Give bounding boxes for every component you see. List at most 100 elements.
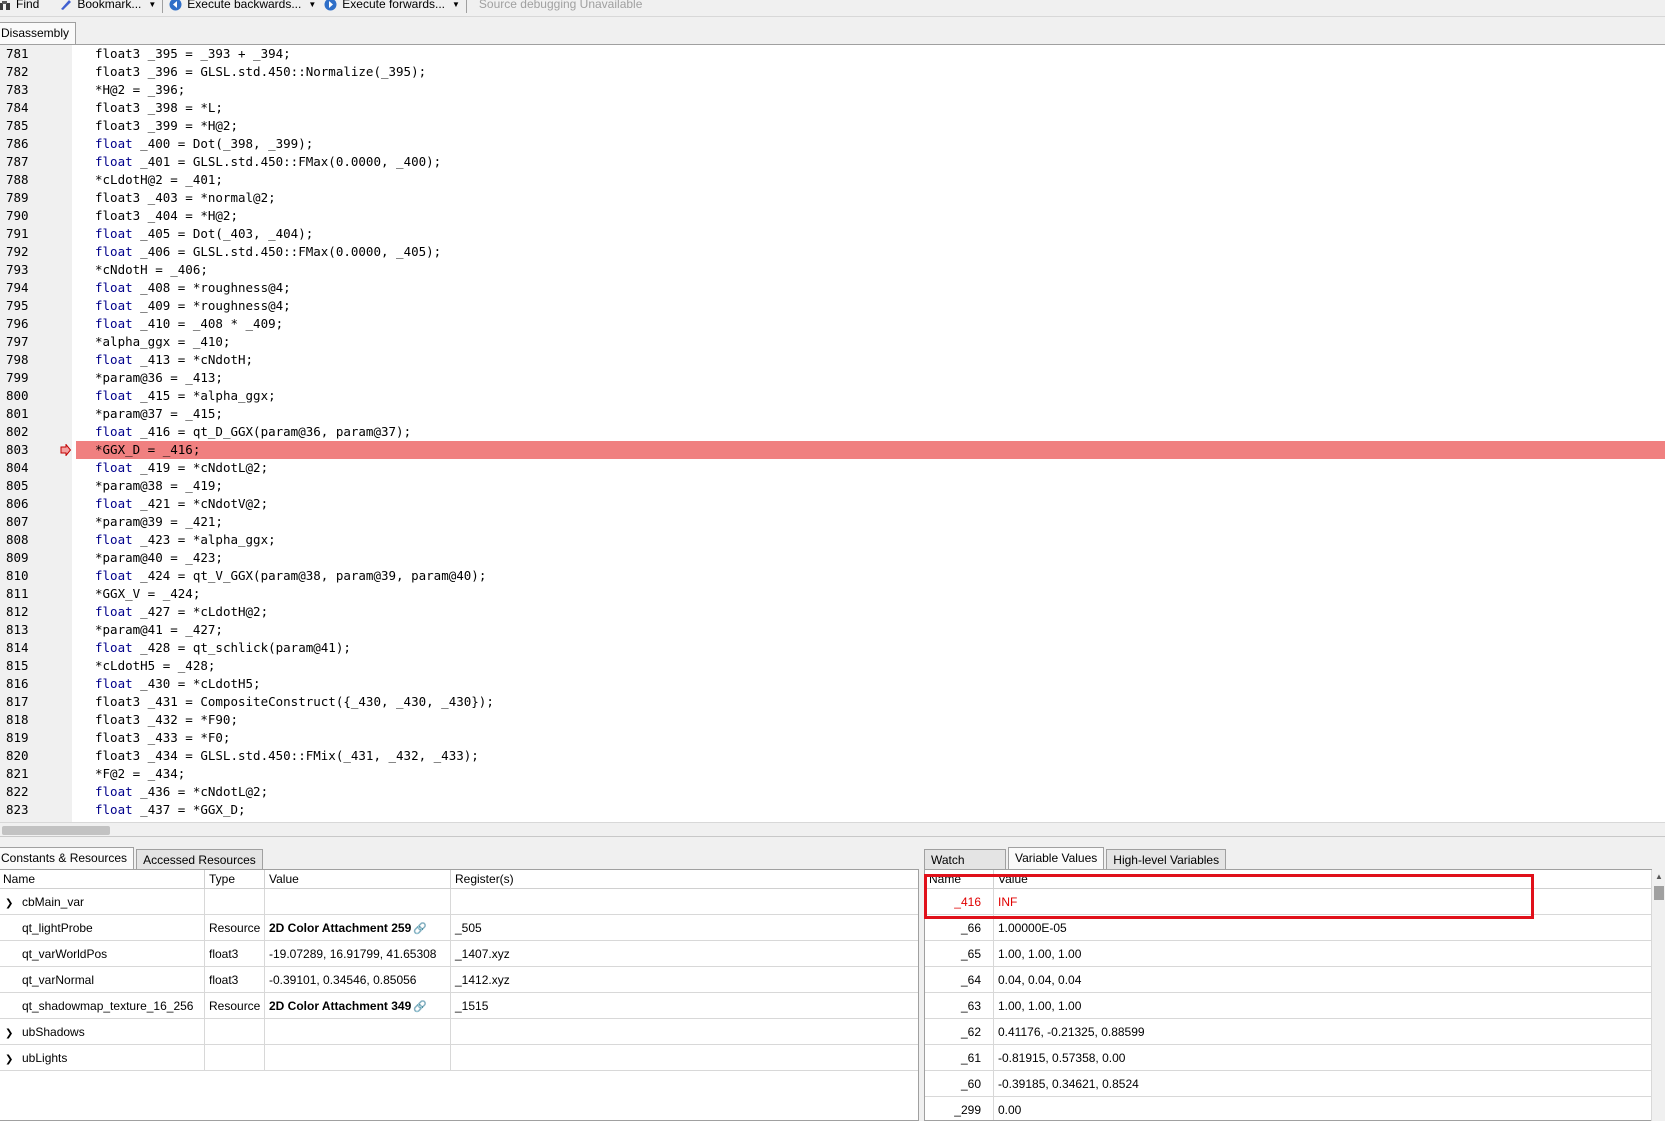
tab-disassembly[interactable]: Disassembly <box>0 22 77 44</box>
column-header-name[interactable]: Name <box>0 870 205 889</box>
table-row[interactable]: _60 -0.39185, 0.34621, 0.8524 <box>925 1071 1651 1097</box>
code-line[interactable]: 790 float3 _404 = *H@2; <box>0 207 1665 225</box>
code-line[interactable]: 806 float _421 = *cNdotV@2; <box>0 495 1665 513</box>
code-line[interactable]: 791 float _405 = Dot(_403, _404); <box>0 225 1665 243</box>
code-line[interactable]: 785 float3 _399 = *H@2; <box>0 117 1665 135</box>
line-number: 808 <box>6 532 29 547</box>
expand-chevron-icon[interactable]: ❯ <box>5 1021 13 1045</box>
code-line[interactable]: 793 *cNdotH = _406; <box>0 261 1665 279</box>
column-header-type[interactable]: Type <box>205 870 265 889</box>
code-line[interactable]: 794 float _408 = *roughness@4; <box>0 279 1665 297</box>
table-row[interactable]: _64 0.04, 0.04, 0.04 <box>925 967 1651 993</box>
table-row[interactable]: qt_lightProbe Resource 2D Color Attachment… <box>0 915 918 941</box>
code-line-current[interactable]: 803 *GGX_D = _416; <box>0 441 1665 459</box>
code-line[interactable]: 795 float _409 = *roughness@4; <box>0 297 1665 315</box>
tab-accessed-resources[interactable]: Accessed Resources <box>136 849 263 869</box>
chevron-up-icon[interactable]: ▲ <box>1655 872 1663 881</box>
table-row[interactable]: _66 1.00000E-05 <box>925 915 1651 941</box>
execute-forwards-button[interactable]: Execute forwards... ▼ <box>324 0 460 17</box>
code-line[interactable]: 787 float _401 = GLSL.std.450::FMax(0.000… <box>0 153 1665 171</box>
name-text: cbMain_var <box>22 895 85 909</box>
table-row[interactable]: qt_shadowmap_texture_16_256 Resource 2D Co… <box>0 993 918 1019</box>
horizontal-scrollbar[interactable] <box>0 822 1665 836</box>
bookmark-label: Bookmark... <box>77 0 142 11</box>
chevron-down-icon[interactable]: ▼ <box>148 0 156 10</box>
code-line[interactable]: 820 float3 _434 = GLSL.std.450::FMix(_431… <box>0 747 1665 765</box>
code-line[interactable]: 799 *param@36 = _413; <box>0 369 1665 387</box>
code-text: float _409 = *roughness@4; <box>95 297 291 315</box>
cell-value: 2D Color Attachment 259 🔗 <box>265 915 451 941</box>
table-row[interactable]: _62 0.41176, -0.21325, 0.88599 <box>925 1019 1651 1045</box>
code-line[interactable]: 808 float _423 = *alpha_ggx; <box>0 531 1665 549</box>
code-line[interactable]: 812 float _427 = *cLdotH@2; <box>0 603 1665 621</box>
code-line[interactable]: 792 float _406 = GLSL.std.450::FMax(0.000… <box>0 243 1665 261</box>
bookmark-button[interactable]: Bookmark... ▼ <box>59 0 156 17</box>
code-line[interactable]: 822 float _436 = *cNdotL@2; <box>0 783 1665 801</box>
code-line[interactable]: 796 float _410 = _408 * _409; <box>0 315 1665 333</box>
code-line[interactable]: 782 float3 _396 = GLSL.std.450::Normalize… <box>0 63 1665 81</box>
variable-value: -0.39185, 0.34621, 0.8524 <box>998 1077 1139 1091</box>
table-row[interactable]: _61 -0.81915, 0.57358, 0.00 <box>925 1045 1651 1071</box>
disassembly-view[interactable]: 781 float3 _395 = _393 + _394; 782 float3 _… <box>0 44 1665 824</box>
code-text: *param@39 = _421; <box>95 513 223 531</box>
table-row[interactable]: ❯ cbMain_var <box>0 889 918 915</box>
code-line[interactable]: 815 *cLdotH5 = _428; <box>0 657 1665 675</box>
code-line[interactable]: 823 float _437 = *GGX_D; <box>0 801 1665 819</box>
code-line[interactable]: 818 float3 _432 = *F90; <box>0 711 1665 729</box>
tab-watch[interactable]: Watch <box>924 849 1006 869</box>
table-row[interactable]: ❯ ubLights <box>0 1045 918 1071</box>
chevron-down-icon[interactable]: ▼ <box>308 0 316 10</box>
scrollbar-thumb[interactable] <box>2 826 110 835</box>
code-line[interactable]: 800 float _415 = *alpha_ggx; <box>0 387 1665 405</box>
execute-backwards-button[interactable]: Execute backwards... ▼ <box>169 0 316 17</box>
code-line[interactable]: 813 *param@41 = _427; <box>0 621 1665 639</box>
code-line[interactable]: 814 float _428 = qt_schlick(param@41); <box>0 639 1665 657</box>
code-line[interactable]: 811 *GGX_V = _424; <box>0 585 1665 603</box>
keyword: float <box>95 604 133 619</box>
code-line[interactable]: 805 *param@38 = _419; <box>0 477 1665 495</box>
table-row[interactable]: _63 1.00, 1.00, 1.00 <box>925 993 1651 1019</box>
table-row[interactable]: ❯ ubShadows <box>0 1019 918 1045</box>
link-icon[interactable]: 🔗 <box>413 916 427 941</box>
find-button[interactable]: Find <box>0 0 39 17</box>
tab-high-level-variables[interactable]: High-level Variables <box>1106 849 1227 869</box>
expand-chevron-icon[interactable]: ❯ <box>5 891 13 915</box>
code-line[interactable]: 807 *param@39 = _421; <box>0 513 1665 531</box>
table-row[interactable]: _65 1.00, 1.00, 1.00 <box>925 941 1651 967</box>
column-header-name[interactable]: Name <box>925 870 994 889</box>
table-row[interactable]: qt_varWorldPos float3 -19.07289, 16.91799,… <box>0 941 918 967</box>
variable-value: 0.41176, -0.21325, 0.88599 <box>998 1025 1145 1039</box>
code-line[interactable]: 804 float _419 = *cNdotL@2; <box>0 459 1665 477</box>
vertical-scrollbar[interactable]: ▲ <box>1651 870 1665 1121</box>
code-line[interactable]: 781 float3 _395 = _393 + _394; <box>0 45 1665 63</box>
code-line[interactable]: 821 *F@2 = _434; <box>0 765 1665 783</box>
code-line[interactable]: 802 float _416 = qt_D_GGX(param@36, param… <box>0 423 1665 441</box>
table-row[interactable]: _416 INF <box>925 889 1651 915</box>
code-line[interactable]: 783 *H@2 = _396; <box>0 81 1665 99</box>
chevron-down-icon[interactable]: ▼ <box>452 0 460 10</box>
code-line[interactable]: 784 float3 _398 = *L; <box>0 99 1665 117</box>
code-line[interactable]: 797 *alpha_ggx = _410; <box>0 333 1665 351</box>
cell-reg <box>451 889 918 915</box>
scrollbar-thumb[interactable] <box>1654 886 1664 900</box>
code-statement: _437 = *GGX_D; <box>132 802 246 817</box>
code-line[interactable]: 789 float3 _403 = *normal@2; <box>0 189 1665 207</box>
code-line[interactable]: 816 float _430 = *cLdotH5; <box>0 675 1665 693</box>
column-header-value[interactable]: Value <box>994 870 1651 889</box>
code-line[interactable]: 809 *param@40 = _423; <box>0 549 1665 567</box>
code-line[interactable]: 788 *cLdotH@2 = _401; <box>0 171 1665 189</box>
column-header-value[interactable]: Value <box>265 870 451 889</box>
table-row[interactable]: _299 0.00 <box>925 1097 1651 1120</box>
column-header-registers[interactable]: Register(s) <box>451 870 918 889</box>
code-line[interactable]: 786 float _400 = Dot(_398, _399); <box>0 135 1665 153</box>
code-line[interactable]: 798 float _413 = *cNdotH; <box>0 351 1665 369</box>
table-row[interactable]: qt_varNormal float3 -0.39101, 0.34546, 0.8… <box>0 967 918 993</box>
tab-constants-resources[interactable]: Constants & Resources <box>0 847 135 869</box>
link-icon[interactable]: 🔗 <box>413 994 427 1019</box>
code-line[interactable]: 801 *param@37 = _415; <box>0 405 1665 423</box>
tab-variable-values[interactable]: Variable Values <box>1008 847 1105 869</box>
code-line[interactable]: 810 float _424 = qt_V_GGX(param@38, param… <box>0 567 1665 585</box>
code-line[interactable]: 819 float3 _433 = *F0; <box>0 729 1665 747</box>
code-line[interactable]: 817 float3 _431 = CompositeConstruct({_43… <box>0 693 1665 711</box>
expand-chevron-icon[interactable]: ❯ <box>5 1047 13 1071</box>
